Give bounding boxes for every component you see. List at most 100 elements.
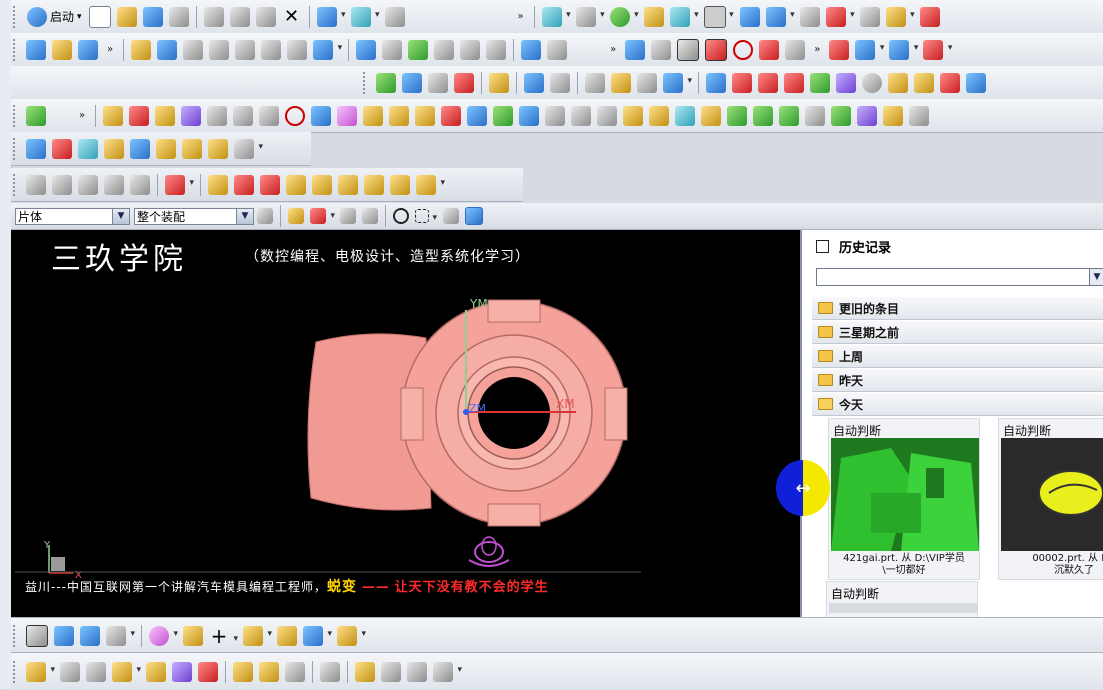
transform-icon[interactable]	[131, 39, 152, 60]
honeycomb-icon[interactable]	[701, 105, 722, 126]
level-d-icon[interactable]	[364, 174, 384, 195]
print-icon[interactable]	[168, 6, 189, 27]
toolbar-grip[interactable]	[13, 173, 19, 196]
cut-icon[interactable]	[203, 6, 224, 27]
spline-icon[interactable]	[759, 39, 780, 60]
render-sphere-icon[interactable]	[609, 6, 639, 27]
component-table-icon[interactable]	[106, 625, 135, 646]
toolbar-overflow-icon[interactable]: »	[107, 44, 113, 55]
spreadsheet-icon[interactable]	[454, 72, 474, 93]
reference-box-icon[interactable]	[337, 625, 366, 646]
datum-axis-icon[interactable]	[277, 625, 297, 646]
chain-icon[interactable]	[183, 625, 203, 646]
check-mark-icon[interactable]	[26, 105, 46, 126]
copy-feature-icon[interactable]	[183, 39, 204, 60]
transfer-icon[interactable]	[836, 72, 856, 93]
eraser-icon[interactable]	[443, 208, 459, 224]
view-box-icon[interactable]	[785, 39, 806, 60]
layers-icon[interactable]	[571, 105, 592, 126]
flag-icon[interactable]	[625, 39, 646, 60]
paste-icon[interactable]	[255, 6, 276, 27]
plate-icon[interactable]	[207, 105, 228, 126]
toolbar-overflow-icon[interactable]: »	[79, 110, 85, 121]
move-icon[interactable]	[157, 39, 178, 60]
wireframe-cube-icon[interactable]	[311, 105, 332, 126]
toolbar-tool-icon[interactable]	[940, 72, 960, 93]
toolbar-overflow-icon[interactable]: »	[610, 44, 616, 55]
level-mrc-icon[interactable]	[208, 174, 228, 195]
extend-icon[interactable]	[313, 39, 342, 60]
ribbon-icon[interactable]	[104, 174, 124, 195]
body-icon[interactable]	[60, 661, 80, 682]
chevron-down-icon[interactable]: ▼	[112, 208, 129, 224]
steps-icon[interactable]	[597, 105, 618, 126]
stack-icon[interactable]	[209, 39, 230, 60]
level-f-icon[interactable]	[416, 174, 445, 195]
scope-filter-select[interactable]: 整个装配 ▼	[134, 207, 254, 225]
component-icon[interactable]	[402, 72, 422, 93]
add-component-icon[interactable]	[80, 625, 100, 646]
note-icon[interactable]	[524, 72, 544, 93]
history-group-older[interactable]: 更旧的条目	[812, 297, 1103, 320]
wand-icon[interactable]	[623, 105, 644, 126]
section-icon[interactable]	[909, 105, 930, 126]
toolbar-grip[interactable]	[13, 624, 19, 647]
tool-icon[interactable]	[381, 661, 401, 682]
connect-icon[interactable]	[493, 105, 514, 126]
delete-icon[interactable]: ✕	[282, 6, 302, 27]
numbering-icon[interactable]	[234, 138, 263, 159]
orient-view-icon[interactable]	[739, 6, 760, 27]
history-card-partial[interactable]: 自动判断	[826, 581, 978, 617]
solid-icon[interactable]	[857, 105, 878, 126]
level-a-icon[interactable]	[286, 174, 306, 195]
level-c-icon[interactable]	[338, 174, 358, 195]
open-folder-icon[interactable]	[116, 6, 137, 27]
pointer-icon[interactable]	[889, 39, 918, 60]
chevron-down-icon[interactable]: ▼	[236, 208, 253, 224]
hatch-icon[interactable]	[677, 38, 700, 61]
cylinder-green-icon[interactable]	[753, 105, 774, 126]
batch-icon[interactable]	[810, 72, 830, 93]
blocks-icon[interactable]	[486, 39, 507, 60]
arrow-down-icon[interactable]	[260, 174, 280, 195]
link-body-icon[interactable]	[146, 661, 166, 682]
file-export-icon[interactable]	[888, 72, 908, 93]
pipe-icon[interactable]	[675, 105, 696, 126]
calculator-icon[interactable]	[182, 138, 202, 159]
box-body-icon[interactable]	[320, 661, 340, 682]
pattern-icon[interactable]	[112, 661, 141, 682]
properties-icon[interactable]	[521, 39, 542, 60]
toolbar-grip[interactable]	[13, 5, 19, 28]
monitor-icon[interactable]	[130, 138, 150, 159]
pick-icon[interactable]	[362, 208, 378, 224]
inch-mm-icon[interactable]	[52, 138, 72, 159]
balls-icon[interactable]	[649, 105, 670, 126]
snap-icon[interactable]	[288, 208, 304, 224]
graphics-viewport[interactable]: 三玖学院 （数控编程、电极设计、造型系统化学习） YM XM ZM Y X 益川…	[11, 230, 800, 617]
layer-stack-a-icon[interactable]	[26, 174, 46, 195]
part-file-icon[interactable]	[519, 105, 540, 126]
layer-stack-c-icon[interactable]	[78, 174, 98, 195]
arrow-up-icon[interactable]	[234, 174, 254, 195]
history-card[interactable]: 自动判断 00002.prt. 从 D:\ 沉默久了	[998, 418, 1103, 580]
plus-icon[interactable]: +	[209, 626, 238, 649]
color-map-icon[interactable]	[337, 105, 358, 126]
linkage-icon[interactable]	[966, 72, 986, 93]
box-select-icon[interactable]	[415, 209, 437, 223]
color-swatch-icon[interactable]	[703, 5, 734, 28]
toolbar-grip[interactable]	[13, 137, 19, 160]
panel-resize-handle[interactable]: ↔	[776, 460, 830, 516]
save-icon[interactable]	[142, 6, 163, 27]
table-icon[interactable]	[428, 72, 448, 93]
align-icon[interactable]	[356, 39, 377, 60]
circle-icon[interactable]	[733, 39, 754, 60]
toolbar-grip[interactable]	[13, 660, 19, 683]
layer-stack-b-icon[interactable]	[52, 174, 72, 195]
mold-icon[interactable]	[181, 105, 202, 126]
sheet-body-icon[interactable]	[233, 105, 254, 126]
folder-icon[interactable]	[104, 138, 124, 159]
history-card[interactable]: 自动判断 421gai.prt. 从 D:\VIP学员 \一切都好	[828, 418, 980, 580]
arrow-select-icon[interactable]	[855, 39, 884, 60]
rotate-view-icon[interactable]	[765, 6, 795, 27]
model-canvas[interactable]: YM XM ZM Y X	[11, 230, 800, 617]
